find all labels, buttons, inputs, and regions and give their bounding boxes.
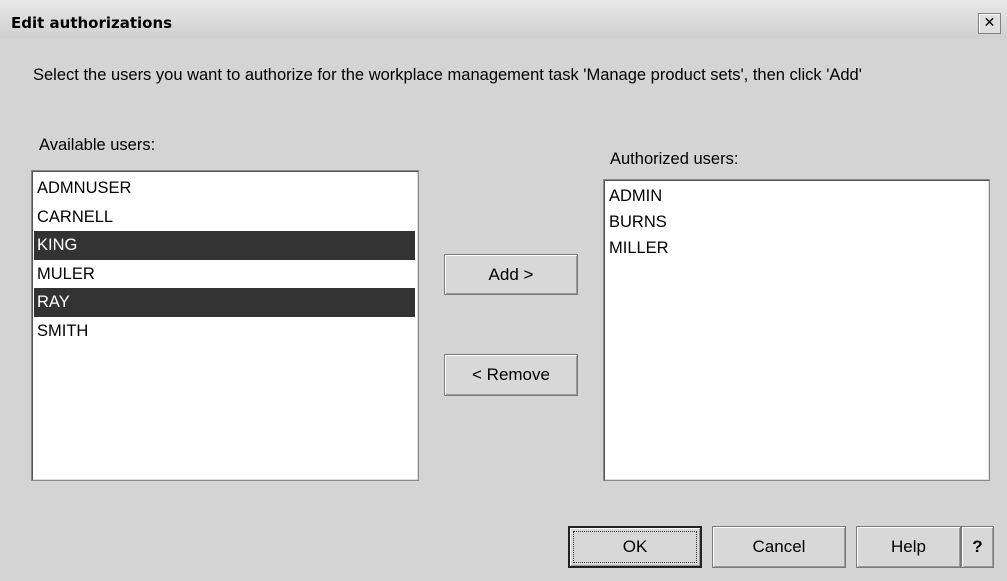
available-users-items: ADMNUSER CARNELL KING MULER RAY SMITH (32, 171, 418, 345)
list-item[interactable]: BURNS (606, 209, 986, 235)
list-item[interactable]: ADMIN (606, 183, 986, 209)
list-item[interactable]: MULER (34, 260, 415, 289)
list-item[interactable]: ADMNUSER (34, 174, 415, 203)
remove-button[interactable]: < Remove (444, 354, 578, 396)
list-item[interactable]: KING (34, 231, 415, 260)
authorized-users-label: Authorized users: (610, 150, 739, 168)
list-item[interactable]: MILLER (606, 235, 986, 261)
cancel-button[interactable]: Cancel (712, 526, 846, 568)
instruction-text: Select the users you want to authorize f… (33, 66, 862, 84)
help-button[interactable]: Help (856, 526, 961, 568)
ok-button[interactable]: OK (568, 526, 702, 568)
add-button[interactable]: Add > (444, 254, 578, 295)
available-users-list[interactable]: ADMNUSER CARNELL KING MULER RAY SMITH (31, 170, 419, 481)
authorized-users-list[interactable]: ADMIN BURNS MILLER (603, 179, 990, 481)
question-button[interactable]: ? (961, 526, 994, 568)
list-item[interactable]: SMITH (34, 317, 415, 346)
list-item[interactable]: CARNELL (34, 203, 415, 232)
dialog-title: Edit authorizations (11, 14, 173, 32)
title-bar: Edit authorizations ✕ (0, 0, 1007, 38)
available-users-label: Available users: (39, 136, 156, 154)
close-icon[interactable]: ✕ (978, 13, 1001, 34)
list-item[interactable]: RAY (34, 288, 415, 317)
authorized-users-items: ADMIN BURNS MILLER (604, 180, 989, 261)
